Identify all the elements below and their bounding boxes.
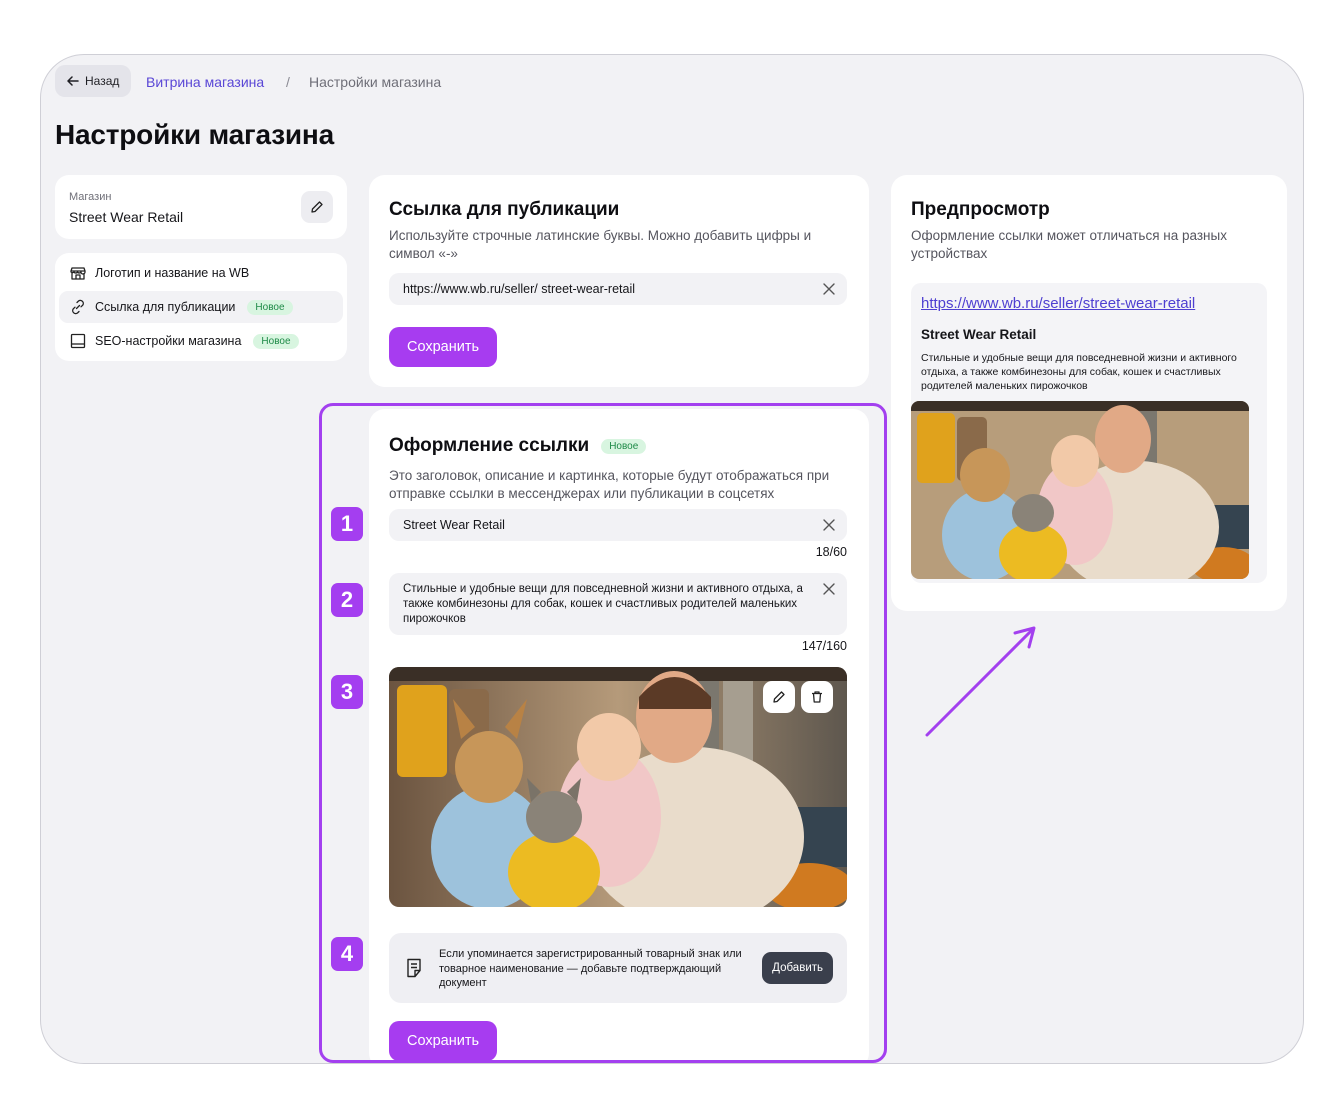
preview-desc: Стильные и удобные вещи для повседневной… [921,352,1237,392]
settings-nav: Логотип и название на WB Ссылка для публ… [55,253,347,361]
preview-url-link[interactable]: https://www.wb.ru/seller/street-wear-ret… [921,295,1195,312]
publication-link-card: Ссылка для публикации Используйте строчн… [369,175,869,387]
app-window: Назад Витрина магазина / Настройки магаз… [40,54,1304,1064]
breadcrumb-parent-link[interactable]: Витрина магазина [146,74,264,90]
link-title-value: Street Wear Retail [403,518,505,532]
preview-name: Street Wear Retail [921,327,1037,342]
link-preview: https://www.wb.ru/seller/street-wear-ret… [911,283,1267,583]
description-char-counter: 147/160 [801,639,847,653]
sidebar-item-label: Логотип и название на WB [95,266,250,280]
back-button-label: Назад [85,74,120,88]
sidebar-item-seo[interactable]: SEO-настройки магазина Новое [59,325,343,357]
image-delete-button[interactable] [801,681,833,713]
back-button[interactable]: Назад [55,65,132,97]
link-title-field[interactable]: Street Wear Retail [389,509,847,541]
publication-url-field[interactable]: https://www.wb.ru/seller/ street-wear-re… [389,273,847,305]
image-edit-button[interactable] [763,681,795,713]
step-badge: 2 [331,583,363,617]
clear-icon[interactable] [821,517,837,533]
layout-icon [70,333,86,349]
store-edit-button[interactable] [301,191,333,223]
pencil-icon [311,201,323,213]
trash-icon [812,691,822,703]
sidebar-item-label: SEO-настройки магазина [95,334,242,348]
link-icon [72,299,84,315]
step-badge: 1 [331,507,363,541]
new-badge: Новое [601,438,647,454]
title-char-counter: 18/60 [815,545,847,559]
add-document-button[interactable]: Добавить [762,952,833,984]
sidebar-item-logo[interactable]: Логотип и название на WB [59,257,343,289]
clear-icon[interactable] [821,281,837,297]
design-save-button[interactable]: Сохранить [389,1021,498,1061]
link-image[interactable] [389,667,847,907]
preview-description: Оформление ссылки может отличаться на ра… [911,228,1227,261]
store-icon [70,267,86,280]
step-badge: 4 [331,937,363,971]
design-description: Это заголовок, описание и картинка, кото… [389,468,830,501]
step-badge: 3 [331,675,363,709]
design-title: Оформление ссылки [389,435,590,456]
arrow-left-icon [67,76,79,86]
new-badge: Новое [247,299,293,315]
preview-title: Предпросмотр [911,199,1050,220]
publication-description: Используйте строчные латинские буквы. Мо… [389,228,812,261]
publication-title: Ссылка для публикации [389,199,620,220]
breadcrumb-separator: / [286,74,290,90]
breadcrumb-current: Настройки магазина [309,74,442,90]
trademark-document-text: Если упоминается зарегистрированный това… [439,948,742,989]
trademark-document-block: Если упоминается зарегистрированный това… [389,933,847,1003]
pencil-icon [773,691,785,703]
publication-save-button[interactable]: Сохранить [389,327,498,367]
store-card: Магазин Street Wear Retail [55,175,347,239]
sidebar-item-label: Ссылка для публикации [95,300,236,314]
store-label: Магазин [69,191,112,203]
new-badge: Новое [253,333,299,349]
preview-image [911,401,1249,579]
link-design-card: Оформление ссылки Новое Это заголовок, о… [369,409,869,1063]
publication-url-value: https://www.wb.ru/seller/ street-wear-re… [403,282,636,296]
store-photo-illustration [911,401,1249,579]
page-title: Настройки магазина [55,119,335,150]
link-description-field[interactable]: Стильные и удобные вещи для повседневной… [389,573,847,635]
clear-icon[interactable] [821,581,837,597]
sidebar-item-publication-link[interactable]: Ссылка для публикации Новое [59,291,343,323]
link-description-value: Стильные и удобные вещи для повседневной… [403,583,803,625]
store-name: Street Wear Retail [69,209,184,225]
document-icon [407,958,421,978]
preview-card: Предпросмотр Оформление ссылки может отл… [891,175,1287,611]
